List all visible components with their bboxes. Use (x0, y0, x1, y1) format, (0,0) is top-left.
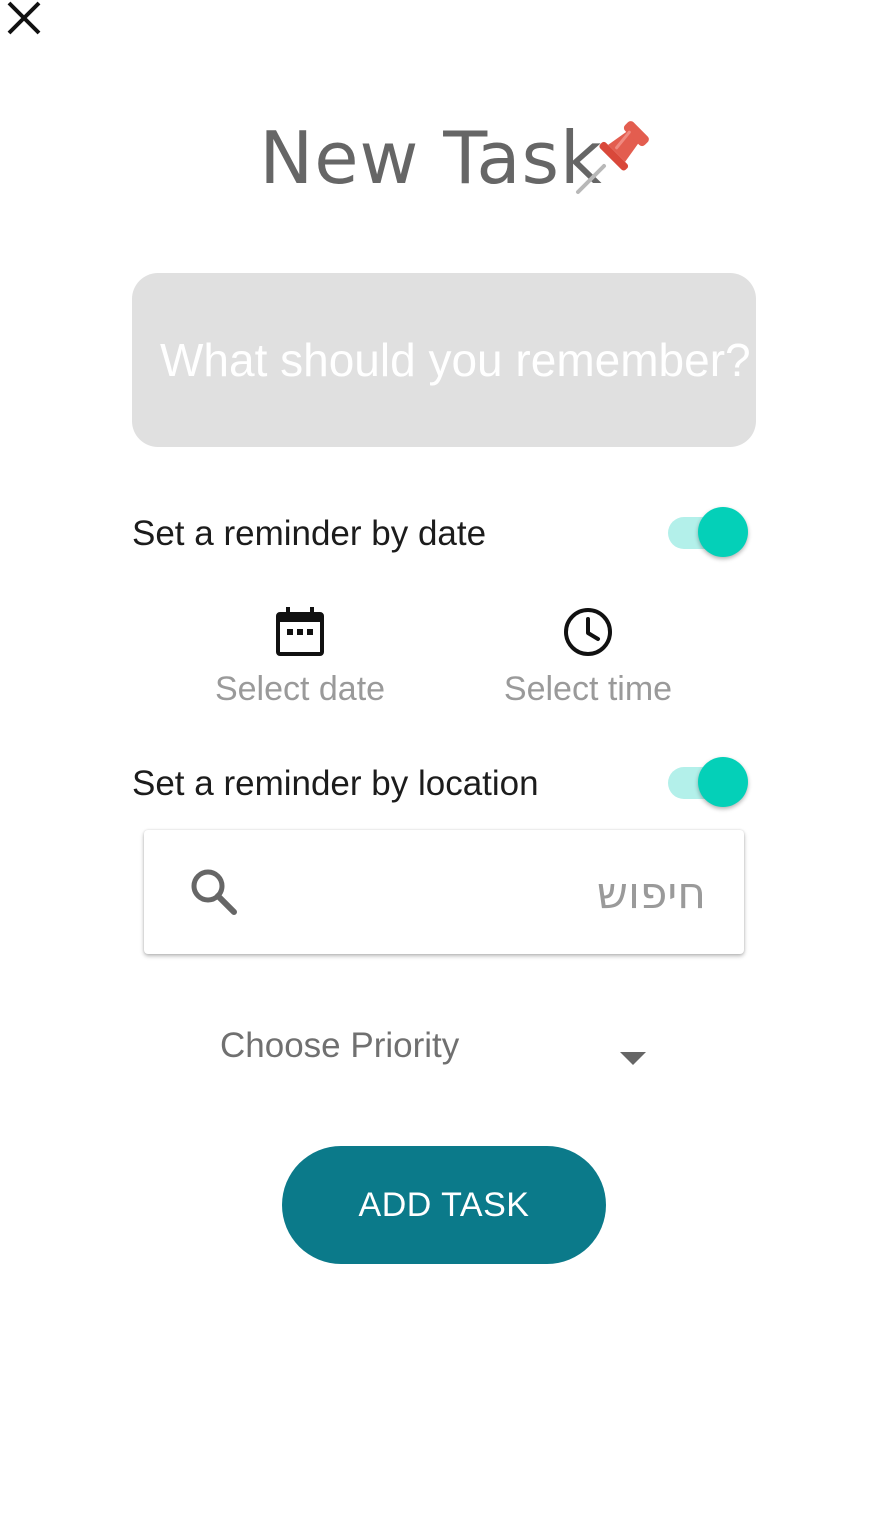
select-time-label: Select time (503, 670, 673, 708)
header: New Task (0, 108, 894, 208)
priority-dropdown[interactable]: Choose Priority (210, 1020, 660, 1080)
location-search-input[interactable] (264, 856, 708, 930)
date-reminder-toggle[interactable] (664, 507, 754, 557)
select-time-button[interactable]: Select time (468, 604, 708, 714)
close-icon (7, 1, 41, 35)
location-search-box (144, 830, 744, 954)
toggle-thumb (698, 507, 748, 557)
pushpin-icon (576, 121, 649, 194)
toggle-thumb (698, 757, 748, 807)
select-date-label: Select date (214, 670, 386, 708)
calendar-icon (276, 607, 324, 656)
page-title: New Task (259, 116, 603, 200)
close-button[interactable] (4, 0, 44, 36)
date-reminder-label: Set a reminder by date (132, 514, 487, 553)
task-input[interactable] (132, 273, 756, 447)
add-task-button[interactable]: ADD TASK (282, 1146, 606, 1264)
select-date-button[interactable]: Select date (180, 604, 420, 714)
clock-icon (564, 608, 612, 656)
caret-down-icon (620, 1052, 646, 1065)
location-reminder-toggle[interactable] (664, 757, 754, 807)
search-icon[interactable] (188, 866, 240, 918)
location-reminder-label: Set a reminder by location (132, 764, 539, 803)
priority-label: Choose Priority (220, 1026, 460, 1065)
